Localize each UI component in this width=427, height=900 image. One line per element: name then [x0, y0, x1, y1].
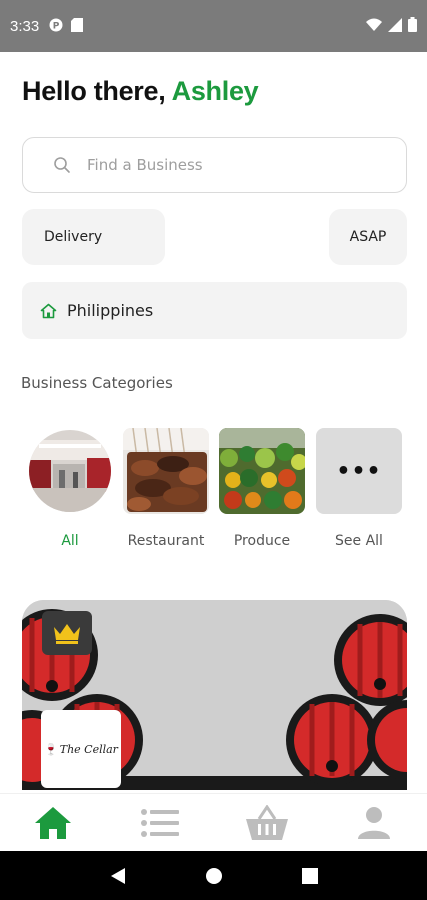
signal-icon — [388, 17, 402, 36]
search-icon — [53, 156, 71, 174]
category-see-all[interactable]: ••• See All — [315, 428, 403, 549]
list-icon — [141, 808, 180, 838]
search-bar[interactable] — [22, 137, 407, 193]
greeting: Hello there, Ashley — [22, 76, 259, 107]
business-logo: 🍷 The Cellar — [41, 710, 121, 788]
search-input[interactable] — [87, 156, 367, 174]
category-label: See All — [335, 533, 383, 549]
category-restaurant-image — [123, 428, 209, 514]
greeting-prefix: Hello there, — [22, 76, 166, 106]
category-label: Restaurant — [127, 533, 205, 549]
user-name: Ashley — [171, 76, 259, 106]
category-produce-image — [219, 428, 305, 514]
category-restaurant[interactable]: Restaurant — [122, 428, 210, 549]
crown-icon — [42, 611, 92, 655]
sd-card-icon — [71, 17, 84, 36]
person-icon — [357, 806, 391, 840]
recents-icon[interactable] — [301, 867, 318, 884]
time-label: ASAP — [349, 229, 387, 245]
category-all-image — [29, 430, 111, 512]
battery-icon — [408, 16, 417, 36]
system-nav-bar — [0, 851, 427, 900]
delivery-mode-button[interactable]: Delivery — [22, 209, 165, 265]
nav-basket[interactable] — [237, 804, 297, 841]
status-bar: 3:33 P — [0, 0, 427, 52]
back-icon[interactable] — [110, 867, 126, 885]
category-produce[interactable]: Produce — [218, 428, 306, 549]
location-label: Philippines — [67, 301, 154, 320]
category-all[interactable]: All — [26, 428, 114, 549]
featured-business-card[interactable]: 🍷 The Cellar — [22, 600, 407, 790]
nav-profile[interactable] — [344, 806, 404, 840]
categories-title: Business Categories — [21, 374, 173, 392]
home-circle-icon[interactable] — [205, 867, 223, 885]
home-icon — [34, 806, 72, 840]
status-time: 3:33 — [10, 17, 40, 35]
nav-home[interactable] — [23, 806, 83, 840]
location-selector[interactable]: Philippines — [22, 282, 407, 339]
wifi-icon — [366, 17, 382, 36]
category-label: Produce — [233, 533, 291, 549]
category-label: All — [61, 533, 79, 549]
delivery-label: Delivery — [44, 229, 103, 245]
bottom-nav — [0, 793, 427, 851]
more-icon: ••• — [316, 428, 402, 514]
app-notification-icon: P — [49, 17, 63, 36]
nav-list[interactable] — [130, 808, 190, 838]
home-icon — [40, 303, 57, 319]
delivery-time-button[interactable]: ASAP — [329, 209, 407, 265]
svg-text:P: P — [53, 21, 60, 31]
wine-glass-icon: 🍷 — [44, 742, 58, 756]
business-logo-text: The Cellar — [59, 742, 118, 756]
basket-icon — [245, 804, 289, 841]
